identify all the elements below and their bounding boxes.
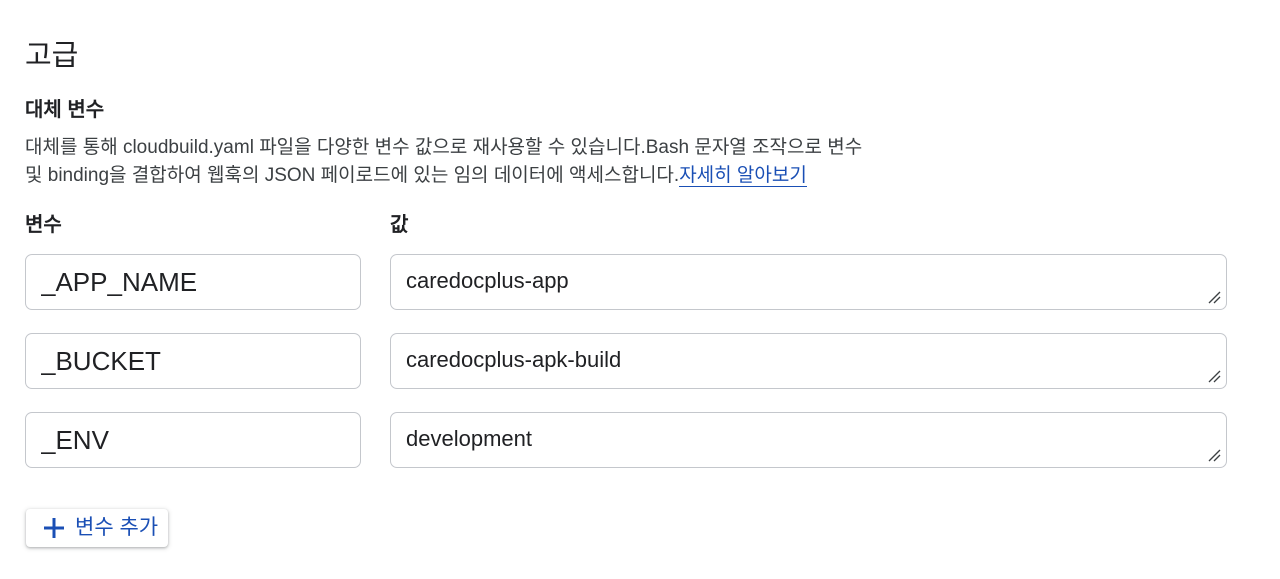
- variable-value-textarea[interactable]: caredocplus-app: [390, 254, 1227, 310]
- description-line-2-text: 및 binding을 결합하여 웹훅의 JSON 페이로드에 있는 임의 데이터…: [25, 165, 680, 186]
- section-title: 고급: [25, 40, 79, 72]
- variable-value-text: caredocplus-app: [406, 268, 569, 293]
- add-variable-button[interactable]: 변수 추가: [26, 509, 168, 547]
- substitution-row: caredocplus-app: [25, 254, 1228, 312]
- substitution-row: development: [25, 412, 1228, 470]
- value-column-header: 값: [390, 214, 409, 236]
- add-variable-label: 변수 추가: [75, 516, 159, 539]
- resize-handle-icon[interactable]: [1207, 448, 1221, 462]
- variable-value-text: development: [406, 426, 532, 451]
- variable-name-input[interactable]: [25, 412, 361, 468]
- description-line-1: 대체를 통해 cloudbuild.yaml 파일을 다양한 변수 값으로 재사…: [25, 137, 863, 158]
- variable-value-textarea[interactable]: caredocplus-apk-build: [390, 333, 1227, 389]
- variable-name-input[interactable]: [25, 254, 361, 310]
- variable-value-text: caredocplus-apk-build: [406, 347, 622, 372]
- variable-value-textarea[interactable]: development: [390, 412, 1227, 468]
- description-line-2: 및 binding을 결합하여 웹훅의 JSON 페이로드에 있는 임의 데이터…: [25, 162, 905, 190]
- learn-more-link[interactable]: 자세히 알아보기: [679, 165, 807, 187]
- substitution-row: caredocplus-apk-build: [25, 333, 1228, 391]
- resize-handle-icon[interactable]: [1207, 369, 1221, 383]
- variable-name-input[interactable]: [25, 333, 361, 389]
- plus-icon: [44, 518, 64, 538]
- advanced-settings-page: 고급 대체 변수 대체를 통해 cloudbuild.yaml 파일을 다양한 …: [0, 0, 1280, 579]
- variable-column-header: 변수: [25, 214, 62, 236]
- substitutions-description: 대체를 통해 cloudbuild.yaml 파일을 다양한 변수 값으로 재사…: [25, 134, 905, 190]
- resize-handle-icon[interactable]: [1207, 290, 1221, 304]
- substitutions-title: 대체 변수: [25, 99, 105, 121]
